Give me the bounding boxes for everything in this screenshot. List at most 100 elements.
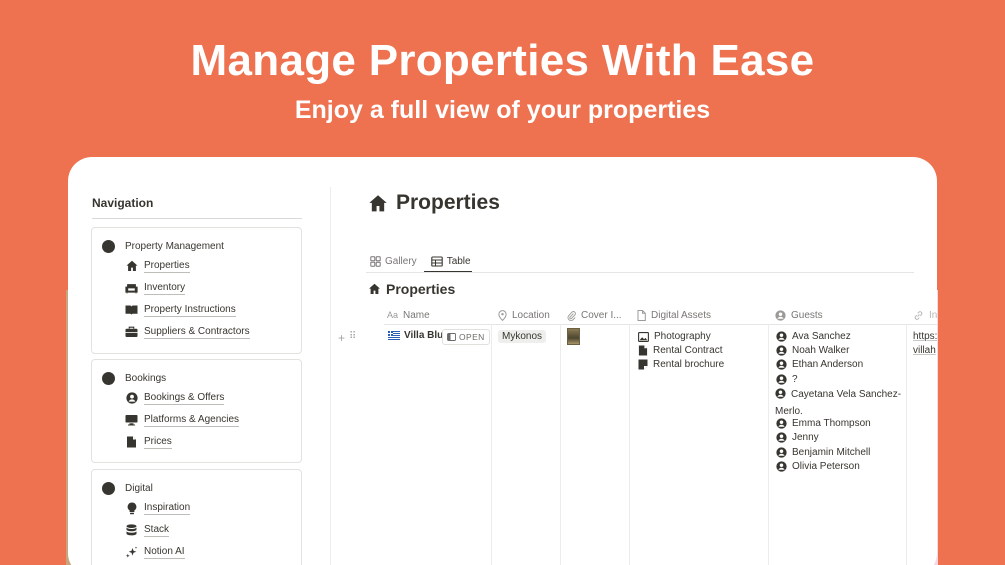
location-tag[interactable]: Mykonos xyxy=(498,330,547,343)
guest-item[interactable]: Emma Thompson xyxy=(776,418,871,429)
open-row-button[interactable]: OPEN xyxy=(442,329,490,345)
asset-item[interactable]: Rental brochure xyxy=(638,359,724,370)
person-icon xyxy=(776,447,787,458)
guest-name: Jenny xyxy=(792,432,819,443)
guest-name: Emma Thompson xyxy=(792,418,871,429)
tab-gallery[interactable]: Gallery xyxy=(370,253,417,269)
drag-handle-icon[interactable]: ⠿ xyxy=(349,331,356,345)
nav-item-stack[interactable]: Stack xyxy=(125,523,170,537)
column-divider xyxy=(491,324,492,565)
bullet-icon xyxy=(102,482,115,495)
open-label: OPEN xyxy=(459,332,485,342)
nav-group-property-management: Property Management Properties Inventory… xyxy=(91,227,302,354)
nav-item-label: Inventory xyxy=(144,282,186,295)
nav-item-prices[interactable]: Prices xyxy=(125,435,172,449)
paperclip-icon xyxy=(567,310,576,321)
sidebar-divider xyxy=(330,187,331,565)
nav-item-suppliers-contractors[interactable]: Suppliers & Contractors xyxy=(125,325,250,339)
asset-item[interactable]: Rental Contract xyxy=(638,345,722,356)
column-header-location[interactable]: Location xyxy=(498,305,550,325)
asset-item[interactable]: Photography xyxy=(638,331,711,342)
guest-item[interactable]: ? xyxy=(776,374,798,385)
nav-item-label: Stack xyxy=(144,524,170,537)
asset-label: Photography xyxy=(654,331,711,342)
tab-table[interactable]: Table xyxy=(430,253,471,269)
guest-item[interactable]: Ethan Anderson xyxy=(776,359,863,370)
cover-image-thumbnail[interactable] xyxy=(567,328,580,345)
column-label: Digital Assets xyxy=(651,309,712,321)
url-link[interactable]: https: xyxy=(913,331,937,342)
tab-label: Gallery xyxy=(385,255,417,267)
column-header-name[interactable]: Aa Name xyxy=(387,305,430,325)
column-header-digital-assets[interactable]: Digital Assets xyxy=(637,305,711,325)
nav-item-inventory[interactable]: Inventory xyxy=(125,281,186,295)
database-icon xyxy=(125,524,138,537)
document-icon xyxy=(125,436,138,449)
person-icon xyxy=(776,331,787,342)
app-window: Navigation Property Management Propertie… xyxy=(68,157,937,565)
group-label: Digital xyxy=(125,483,153,494)
person-icon xyxy=(776,345,787,356)
group-label: Bookings xyxy=(125,373,167,384)
guest-name: ? xyxy=(792,374,798,385)
book-icon xyxy=(125,304,138,317)
guest-item[interactable]: Jenny xyxy=(776,432,819,443)
column-divider xyxy=(560,324,561,565)
house-icon xyxy=(368,283,381,295)
column-header-cover-image[interactable]: Cover I... xyxy=(567,305,622,325)
document-icon xyxy=(638,345,648,356)
nav-item-bookings-offers[interactable]: Bookings & Offers xyxy=(125,391,225,405)
nav-item-properties[interactable]: Properties xyxy=(125,259,190,273)
file-icon xyxy=(637,309,646,321)
nav-item-property-instructions[interactable]: Property Instructions xyxy=(125,303,236,317)
tab-label: Table xyxy=(446,255,471,267)
guest-name: Noah Walker xyxy=(792,345,850,356)
house-icon xyxy=(125,260,138,273)
row-name-text: Villa Blue xyxy=(404,330,446,341)
greek-flag-icon xyxy=(388,331,400,340)
row-controls: + ⠿ xyxy=(338,331,356,345)
nav-group-bookings: Bookings Bookings & Offers Platforms & A… xyxy=(91,359,302,463)
column-header-url[interactable]: In xyxy=(913,305,937,325)
table-icon xyxy=(430,255,443,267)
guest-name: Ava Sanchez xyxy=(792,331,851,342)
page-title-text: Properties xyxy=(396,191,500,214)
user-circle-icon xyxy=(125,392,138,405)
column-label: In xyxy=(929,309,937,321)
guest-item[interactable]: Benjamin Mitchell xyxy=(776,447,870,458)
nav-item-label: Property Instructions xyxy=(144,304,236,317)
nav-item-notion-ai[interactable]: Notion AI xyxy=(125,545,185,559)
open-panel-icon xyxy=(447,333,456,341)
column-divider xyxy=(768,324,769,565)
nav-item-label: Suppliers & Contractors xyxy=(144,326,250,339)
guest-name: Olivia Peterson xyxy=(792,461,860,472)
nav-item-inspiration[interactable]: Inspiration xyxy=(125,501,191,515)
nav-group-digital: Digital Inspiration Stack Notion AI xyxy=(91,469,302,565)
location-pin-icon xyxy=(498,309,507,321)
column-label: Location xyxy=(512,309,550,321)
column-label: Name xyxy=(403,309,430,321)
column-label: Cover I... xyxy=(581,309,622,321)
guest-name: Ethan Anderson xyxy=(792,359,864,370)
guest-name: Cayetana Vela Sanchez-Merlo. xyxy=(775,389,902,417)
nav-item-platforms-agencies[interactable]: Platforms & Agencies xyxy=(125,413,240,427)
guest-item[interactable]: Noah Walker xyxy=(776,345,849,356)
group-header: Property Management xyxy=(102,240,224,253)
guest-item[interactable]: Ava Sanchez xyxy=(776,331,851,342)
add-row-icon[interactable]: + xyxy=(338,331,345,345)
nav-item-label: Prices xyxy=(144,436,172,449)
database-title[interactable]: Properties xyxy=(368,281,455,297)
page-title: Properties xyxy=(368,191,500,215)
column-header-guests[interactable]: Guests xyxy=(775,305,823,325)
tabs-divider xyxy=(366,272,914,273)
table-row-name-cell[interactable]: Villa Blue xyxy=(388,330,446,341)
nav-item-label: Properties xyxy=(144,260,190,273)
view-tabs: Gallery Table xyxy=(370,253,485,269)
person-icon xyxy=(776,418,787,429)
url-link[interactable]: villah xyxy=(913,345,936,356)
guest-item[interactable]: Cayetana Vela Sanchez-Merlo. xyxy=(775,388,903,419)
bullet-icon xyxy=(102,240,115,253)
guest-item[interactable]: Olivia Peterson xyxy=(776,461,860,472)
group-header: Bookings xyxy=(102,372,166,385)
sparkles-icon xyxy=(125,546,138,559)
